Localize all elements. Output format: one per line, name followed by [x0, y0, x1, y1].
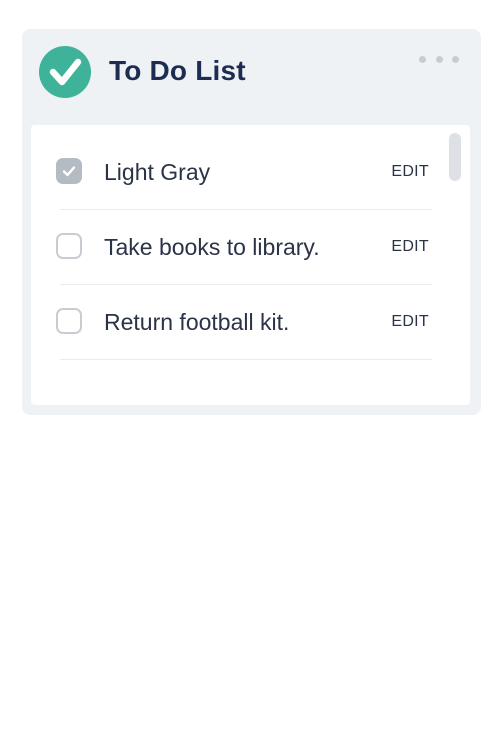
edit-button[interactable]: EDIT: [391, 237, 429, 257]
widget-title: To Do List: [109, 55, 246, 86]
dot-icon: [435, 55, 443, 63]
todo-widget: To Do List Light Gray EDIT Take books to…: [22, 29, 481, 415]
edit-button[interactable]: EDIT: [391, 162, 429, 182]
dot-icon: [452, 55, 459, 63]
todo-checkbox-checked[interactable]: [56, 158, 82, 184]
todo-label: Take books to library.: [104, 234, 320, 260]
todo-label: Light Gray: [104, 159, 211, 185]
todo-checkbox[interactable]: [56, 308, 82, 334]
edit-button[interactable]: EDIT: [391, 312, 429, 332]
todo-item: Light Gray EDIT: [56, 135, 432, 210]
todo-list: Light Gray EDIT Take books to library. E…: [31, 125, 470, 405]
scrollbar[interactable]: [449, 133, 461, 181]
more-options-icon[interactable]: [419, 51, 459, 67]
widget-header: To Do List: [22, 29, 481, 125]
check-icon: [62, 166, 76, 177]
todo-item: Take books to library. EDIT: [56, 210, 432, 285]
todo-item: Return football kit. EDIT: [56, 285, 432, 360]
check-circle-icon: [39, 46, 91, 98]
todo-label: Return football kit.: [104, 309, 290, 335]
todo-checkbox[interactable]: [56, 233, 82, 259]
dot-icon: [419, 55, 426, 63]
